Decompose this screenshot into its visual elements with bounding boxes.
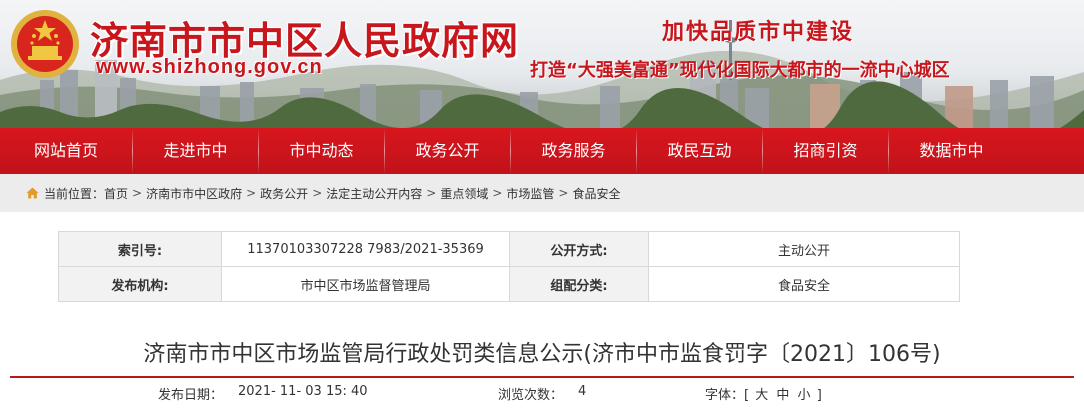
table-row: 索引号: 11370103307228 7983/2021-35369 公开方式…	[58, 231, 960, 267]
table-row: 发布机构: 市中区市场监督管理局 组配分类: 食品安全	[58, 266, 960, 302]
nav-item-news[interactable]: 市中动态	[259, 128, 384, 174]
publish-date-value: 2021- 11- 03 15: 40	[238, 384, 368, 399]
breadcrumb-separator: >	[558, 186, 569, 200]
breadcrumb-item-gov-affairs[interactable]: 政务公开	[260, 185, 308, 202]
breadcrumb-separator: >	[132, 186, 143, 200]
article-info-row: 发布日期： 2021- 11- 03 15: 40 浏览次数： 4 字体：[ 大…	[0, 384, 1084, 404]
breadcrumb-item-key-areas[interactable]: 重点领域	[440, 185, 488, 202]
nav-item-interaction[interactable]: 政民互动	[637, 128, 762, 174]
breadcrumb-separator: >	[246, 186, 257, 200]
breadcrumb-item-district-gov[interactable]: 济南市市中区政府	[146, 185, 242, 202]
font-size-switcher: 字体：[ 大 中 小 ]	[705, 388, 822, 403]
breadcrumb-label: 当前位置：	[44, 186, 105, 201]
open-mode-label: 公开方式:	[509, 231, 649, 267]
nav-item-investment[interactable]: 招商引资	[763, 128, 888, 174]
nav-item-data[interactable]: 数据市中	[889, 128, 1014, 174]
category-label: 组配分类:	[509, 266, 649, 302]
breadcrumb-separator: >	[312, 186, 323, 200]
view-count-label: 浏览次数：	[498, 388, 564, 403]
slogan-main: 加快品质市中建设	[662, 20, 855, 45]
index-number-value: 11370103307228 7983/2021-35369	[221, 231, 510, 267]
publisher-label: 发布机构:	[58, 266, 222, 302]
font-size-small-button[interactable]: 小	[798, 388, 811, 403]
breadcrumb-item-home[interactable]: 首页	[104, 185, 128, 202]
nav-item-about[interactable]: 走进市中	[133, 128, 258, 174]
document-meta-table: 索引号: 11370103307228 7983/2021-35369 公开方式…	[58, 231, 960, 302]
view-count-value: 4	[578, 384, 587, 399]
category-value: 食品安全	[648, 266, 960, 302]
font-size-medium-button[interactable]: 中	[776, 388, 789, 403]
site-url: www.shizhong.gov.cn	[96, 56, 323, 78]
breadcrumb-separator: >	[492, 186, 503, 200]
font-size-label: 字体：	[705, 388, 745, 403]
article-title: 济南市市中区市场监管局行政处罚类信息公示(济市中市监食罚字〔2021〕106号)	[143, 342, 941, 367]
breadcrumb-item-market-supervision[interactable]: 市场监管	[506, 185, 554, 202]
main-nav: 网站首页 走进市中 市中动态 政务公开 政务服务 政民互动 招商引资 数据市中	[0, 128, 1084, 174]
open-mode-value: 主动公开	[648, 231, 960, 267]
index-number-label: 索引号:	[58, 231, 222, 267]
breadcrumb-item-statutory[interactable]: 法定主动公开内容	[326, 185, 422, 202]
nav-item-home[interactable]: 网站首页	[0, 128, 132, 174]
nav-item-services[interactable]: 政务服务	[511, 128, 636, 174]
slogan-sub: 打造“大强美富通”现代化国际大都市的一流中心城区	[530, 60, 950, 81]
national-emblem-icon	[11, 10, 79, 78]
breadcrumb: 当前位置： 首页 > 济南市市中区政府 > 政务公开 > 法定主动公开内容 > …	[0, 174, 1084, 212]
nav-item-gov-affairs[interactable]: 政务公开	[385, 128, 510, 174]
header-banner: 济南市市中区人民政府网 www.shizhong.gov.cn 加快品质市中建设…	[0, 0, 1084, 128]
breadcrumb-separator: >	[426, 186, 437, 200]
title-divider	[10, 376, 1074, 378]
publisher-value: 市中区市场监督管理局	[221, 266, 510, 302]
publish-date-label: 发布日期：	[158, 388, 224, 403]
home-icon	[26, 187, 39, 199]
breadcrumb-item-food-safety[interactable]: 食品安全	[572, 185, 620, 202]
font-size-large-button[interactable]: 大	[755, 388, 768, 403]
